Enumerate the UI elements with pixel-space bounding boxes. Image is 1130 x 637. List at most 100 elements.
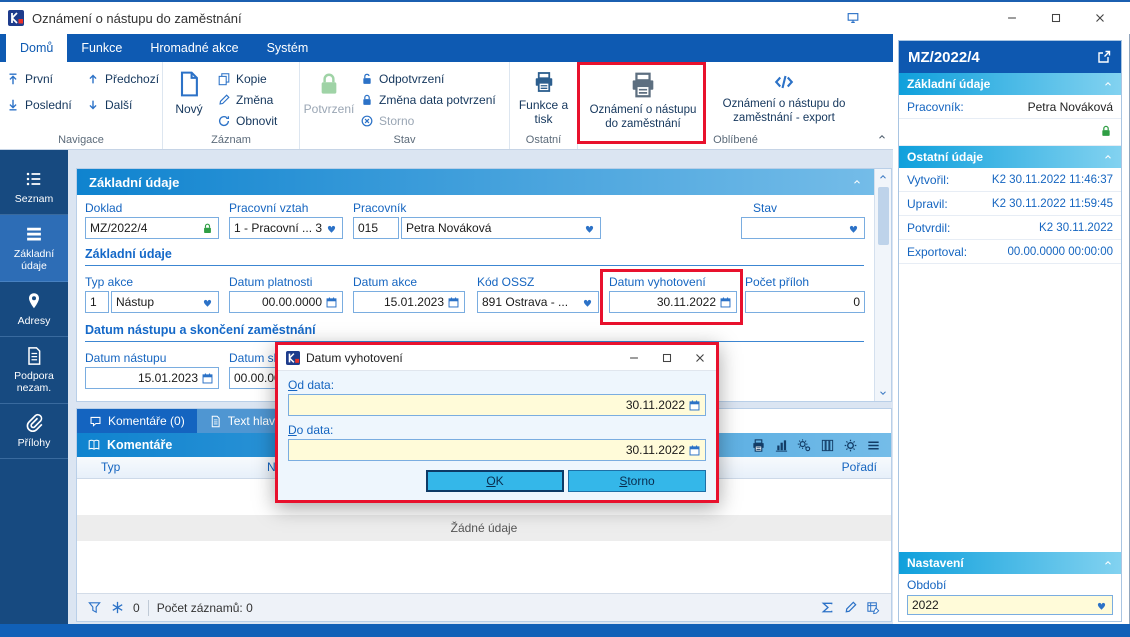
map-pin-icon: [29, 293, 39, 309]
kod-ossz-input[interactable]: 891 Ostrava - ...: [477, 291, 599, 313]
lookup-icon[interactable]: [325, 222, 338, 235]
lookup-icon[interactable]: [581, 296, 594, 309]
oznameni-export-button[interactable]: Oznámení o nástupu do zaměstnání - expor…: [708, 66, 860, 133]
last-record-icon: [8, 99, 18, 111]
next-button[interactable]: Další: [84, 96, 166, 114]
storno-button[interactable]: Storno: [358, 112, 498, 130]
functions-print-button[interactable]: Funkce a tisk: [513, 66, 575, 133]
sidebar-item-adresy[interactable]: Adresy: [0, 282, 68, 338]
pracovni-vztah-input[interactable]: 1 - Pracovní ... 31: [229, 217, 343, 239]
rp-value: K2 30.11.2022 11:59:45: [991, 197, 1113, 210]
scroll-up-button[interactable]: [875, 169, 891, 185]
pocet-priloh-input[interactable]: 0: [745, 291, 865, 313]
dialog-close-button[interactable]: [683, 345, 716, 371]
close-button[interactable]: [1078, 3, 1122, 33]
calendar-icon[interactable]: [688, 444, 701, 457]
chart-icon[interactable]: [774, 438, 789, 453]
last-button[interactable]: Poslední: [4, 96, 84, 114]
grid-edit-icon[interactable]: [866, 600, 881, 615]
functions-print-label: Funkce a tisk: [518, 98, 569, 127]
lookup-icon[interactable]: [583, 222, 596, 235]
sum-icon[interactable]: [820, 600, 835, 615]
last-label: Poslední: [25, 98, 72, 112]
maximize-icon: [662, 353, 671, 362]
change-button[interactable]: Změna: [215, 91, 279, 109]
confirm-button[interactable]: Potvrzení: [300, 66, 358, 133]
print-icon[interactable]: [751, 438, 766, 453]
new-button[interactable]: Nový: [163, 66, 215, 133]
datum-akce-input[interactable]: 15.01.2023: [353, 291, 465, 313]
first-button[interactable]: První: [4, 70, 84, 88]
oznameni-print-button[interactable]: Oznámení o nástupu do zaměstnání: [582, 66, 704, 133]
minimize-button[interactable]: [990, 3, 1034, 33]
calendar-icon[interactable]: [447, 296, 460, 309]
datum-vyhotoveni-input[interactable]: 30.11.2022: [609, 291, 737, 313]
lookup-icon[interactable]: [847, 222, 860, 235]
rp-section-zakladni[interactable]: Základní údaje: [899, 73, 1121, 95]
open-in-window-icon[interactable]: [1096, 49, 1112, 65]
lookup-icon[interactable]: [201, 296, 214, 309]
tab-system[interactable]: Systém: [253, 34, 323, 62]
collapse-chevron-icon[interactable]: [852, 177, 862, 187]
window-controls: [990, 3, 1122, 33]
od-data-input[interactable]: 30.11.2022: [288, 394, 706, 416]
sidebar-item-seznam[interactable]: Seznam: [0, 160, 68, 216]
typ-akce-code-input[interactable]: 1: [85, 291, 109, 313]
ribbon-tab-bar: Domů Funkce Hromadné akce Systém: [0, 34, 893, 62]
rp-section-nastaveni[interactable]: Nastavení: [899, 552, 1121, 574]
menu-icon[interactable]: [866, 438, 881, 453]
calendar-icon[interactable]: [688, 399, 701, 412]
group-label-navigace: Navigace: [58, 134, 104, 146]
dialog-minimize-button[interactable]: [617, 345, 650, 371]
scrollbar-thumb[interactable]: [877, 187, 889, 245]
rp-section-ostatni[interactable]: Ostatní údaje: [899, 146, 1121, 168]
filter-funnel-icon[interactable]: [87, 600, 102, 615]
sidebar-item-podpora-nezam[interactable]: Podpora nezam.: [0, 337, 68, 405]
rp-label: Upravil:: [907, 196, 948, 211]
copy-button[interactable]: Kopie: [215, 70, 279, 88]
storno-dialog-button[interactable]: Storno: [568, 470, 706, 492]
calendar-icon[interactable]: [201, 372, 214, 385]
doklad-input[interactable]: MZ/2022/4: [85, 217, 219, 239]
calendar-icon[interactable]: [325, 296, 338, 309]
unconfirm-button[interactable]: Odpotvrzení: [358, 70, 498, 88]
gear-icon[interactable]: [843, 438, 858, 453]
obdobi-input[interactable]: 2022: [907, 595, 1113, 615]
datum-platnosti-input[interactable]: 00.00.0000: [229, 291, 343, 313]
form-scrollbar[interactable]: [874, 169, 891, 401]
tab-funkce[interactable]: Funkce: [67, 34, 136, 62]
storno-label: Storno: [379, 114, 415, 128]
pracovnik-code-input[interactable]: 015: [353, 217, 399, 239]
asterisk-icon[interactable]: [110, 600, 125, 615]
change-confirm-date-button[interactable]: Změna data potvrzení: [358, 91, 498, 109]
do-data-input[interactable]: 30.11.2022: [288, 439, 706, 461]
right-panel: MZ/2022/4 Základní údaje Pracovník: Petr…: [898, 40, 1122, 622]
refresh-button[interactable]: Obnovit: [215, 112, 279, 130]
column-typ[interactable]: Typ: [101, 460, 120, 474]
lookup-icon[interactable]: [1095, 599, 1108, 612]
maximize-button[interactable]: [1034, 3, 1078, 33]
tab-domu[interactable]: Domů: [6, 34, 68, 62]
tab-hromadne-akce[interactable]: Hromadné akce: [136, 34, 252, 62]
od-data-label: Od data:: [288, 378, 335, 392]
datum-nastupu-input[interactable]: 15.01.2023: [85, 367, 219, 389]
columns-icon[interactable]: [820, 438, 835, 453]
edit-pencil-icon[interactable]: [843, 600, 858, 615]
ok-button[interactable]: OK: [426, 470, 564, 492]
scroll-down-button[interactable]: [875, 385, 891, 401]
column-poradi[interactable]: Pořadí: [842, 460, 877, 474]
sidebar-item-zakladni-udaje[interactable]: Základní údaje: [0, 215, 68, 283]
kod-ossz-value: 891 Ostrava - ...: [482, 295, 569, 309]
stav-input[interactable]: [741, 217, 865, 239]
dialog-maximize-button[interactable]: [650, 345, 683, 371]
doklad-value: MZ/2022/4: [90, 221, 148, 235]
previous-button[interactable]: Předchozí: [84, 70, 166, 88]
calendar-icon[interactable]: [719, 296, 732, 309]
sidebar-item-prilohy[interactable]: Přílohy: [0, 404, 68, 460]
tab-komentare[interactable]: Komentáře (0): [77, 409, 197, 433]
typ-akce-input[interactable]: Nástup: [111, 291, 219, 313]
oznameni-print-label: Oznámení o nástupu do zaměstnání: [589, 104, 697, 130]
ribbon-collapse-button[interactable]: [877, 131, 887, 145]
gears-icon[interactable]: [797, 438, 812, 453]
pracovnik-name-input[interactable]: Petra Nováková: [401, 217, 601, 239]
